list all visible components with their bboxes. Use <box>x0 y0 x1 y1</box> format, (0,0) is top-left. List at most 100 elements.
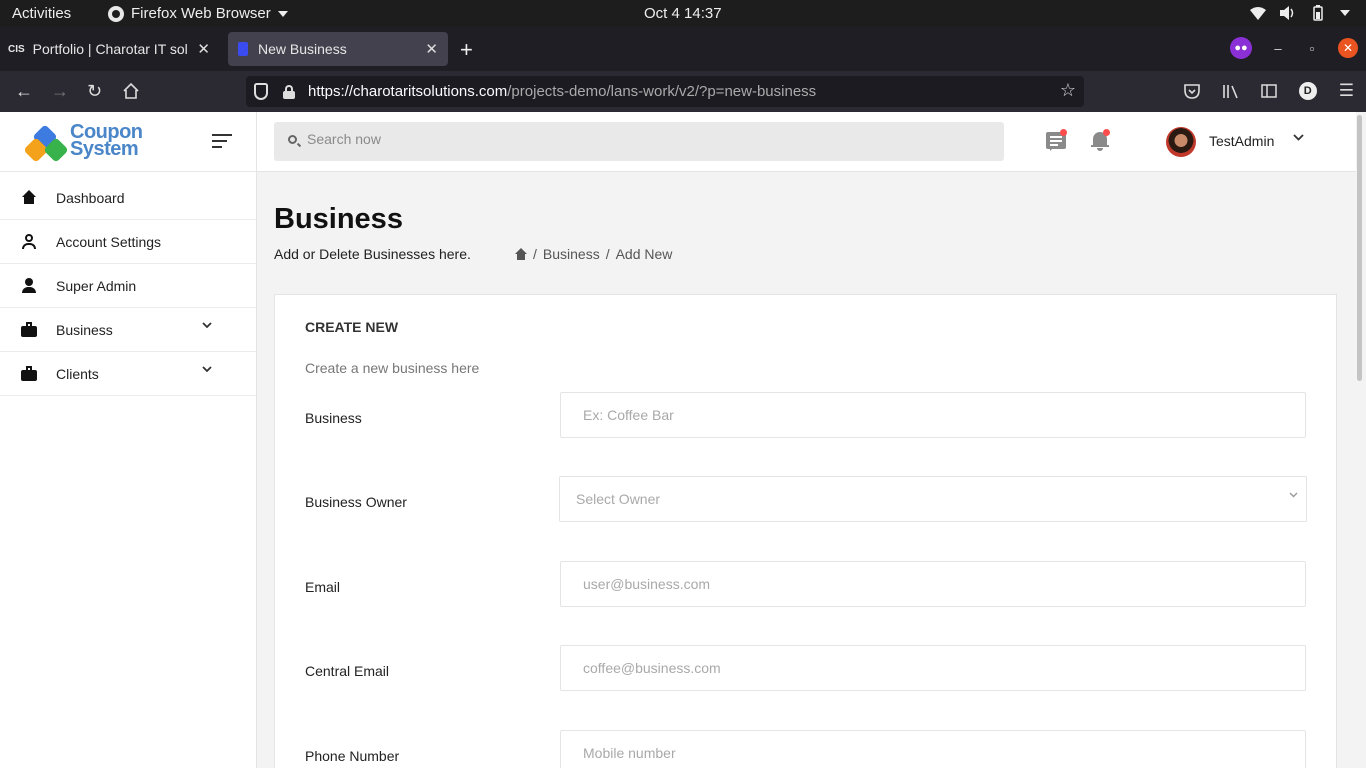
system-tray[interactable] <box>1250 5 1350 21</box>
phone-number-label: Phone Number <box>305 748 400 764</box>
breadcrumb-add-new: Add New <box>615 246 673 262</box>
close-tab-icon[interactable]: ✕ <box>425 40 438 58</box>
new-tab-icon[interactable]: + <box>460 37 473 63</box>
tab-title: New Business <box>258 41 347 57</box>
tab-title: Portfolio | Charotar IT sol <box>32 41 188 57</box>
card-title: CREATE NEW <box>305 319 399 335</box>
phone-number-field[interactable] <box>560 730 1306 768</box>
sidebar-item-label: Clients <box>56 365 99 382</box>
user-menu-chevron-icon[interactable] <box>1293 134 1304 141</box>
window-controls: ●● – ▫ ✕ <box>1230 37 1358 59</box>
tracking-protection-icon[interactable] <box>254 83 268 100</box>
url-text[interactable]: https://charotaritsolutions.com/projects… <box>308 83 816 100</box>
app-header: TestAdmin <box>257 112 1356 172</box>
breadcrumb-business[interactable]: Business <box>543 246 600 262</box>
firefox-icon <box>108 5 124 22</box>
business-owner-select[interactable]: Select Owner <box>559 476 1307 522</box>
business-label: Business <box>305 410 362 426</box>
sidebar: Coupon System Dashboard Account Settings… <box>0 112 257 768</box>
chevron-down-icon <box>202 366 212 372</box>
tab-new-business[interactable]: New Business ✕ <box>228 32 448 66</box>
business-field[interactable] <box>560 392 1306 438</box>
bookmark-star-icon[interactable]: ☆ <box>1060 80 1076 101</box>
page-subtitle: Add or Delete Businesses here. <box>274 246 471 262</box>
coupon-system-logo[interactable]: Coupon System <box>23 122 143 164</box>
chevron-down-icon <box>1289 492 1298 498</box>
url-bar[interactable]: https://charotaritsolutions.com/projects… <box>246 76 1084 107</box>
central-email-label: Central Email <box>305 663 390 679</box>
divider <box>0 171 257 172</box>
web-page: Coupon System Dashboard Account Settings… <box>0 112 1366 768</box>
email-input[interactable] <box>583 576 1283 592</box>
system-top-bar: Activities Firefox Web Browser Oct 4 14:… <box>0 0 1366 27</box>
pocket-icon[interactable] <box>1183 83 1200 99</box>
sidebar-toggle-icon[interactable] <box>212 134 232 152</box>
back-icon[interactable]: ← <box>15 81 33 102</box>
search-input[interactable] <box>307 131 987 147</box>
app-name: Firefox Web Browser <box>131 5 271 22</box>
email-label: Email <box>305 579 341 595</box>
user-avatar[interactable] <box>1166 127 1196 157</box>
username[interactable]: TestAdmin <box>1209 133 1274 149</box>
volume-icon <box>1280 6 1294 20</box>
briefcase-icon <box>21 321 37 338</box>
toolbar-right: D ☰ <box>1183 81 1354 101</box>
sidebar-item-label: Business <box>56 321 113 338</box>
browser-tab-strip: CIS Portfolio | Charotar IT sol ✕ New Bu… <box>0 27 1366 71</box>
page-title: Business <box>274 203 403 235</box>
close-tab-icon[interactable]: ✕ <box>197 40 210 58</box>
close-window-icon[interactable]: ✕ <box>1338 38 1358 58</box>
email-field[interactable] <box>560 561 1306 607</box>
sidebar-item-super-admin[interactable]: Super Admin <box>0 264 256 308</box>
sidebar-item-account-settings[interactable]: Account Settings <box>0 220 256 264</box>
forward-icon[interactable]: → <box>51 81 69 102</box>
messages-badge <box>1060 129 1067 136</box>
notifications-badge <box>1103 129 1110 136</box>
account-avatar-icon[interactable]: D <box>1298 82 1317 100</box>
system-menu-chevron-icon <box>1340 10 1350 16</box>
activities-button[interactable]: Activities <box>12 5 71 22</box>
wifi-icon <box>1250 6 1266 20</box>
library-icon[interactable] <box>1222 84 1239 99</box>
search-box[interactable] <box>274 122 1004 161</box>
central-email-field[interactable] <box>560 645 1306 691</box>
sidebar-item-label: Account Settings <box>56 233 162 250</box>
phone-number-input[interactable] <box>583 745 1283 761</box>
minimize-icon[interactable]: – <box>1270 41 1286 56</box>
page-scrollbar[interactable] <box>1357 115 1362 381</box>
account-outline-icon <box>21 233 37 250</box>
breadcrumb: / Business / Add New <box>515 246 672 262</box>
sidebar-item-label: Super Admin <box>56 277 137 294</box>
home-icon[interactable] <box>123 83 139 99</box>
private-browsing-icon[interactable]: ●● <box>1230 37 1252 59</box>
sidebar-menu: Dashboard Account Settings Super Admin B… <box>0 176 256 396</box>
home-icon <box>21 189 37 206</box>
business-owner-label: Business Owner <box>305 494 407 510</box>
lock-icon[interactable] <box>283 85 295 99</box>
cis-favicon-icon: CIS <box>8 43 25 55</box>
app-menu[interactable]: Firefox Web Browser <box>108 5 288 22</box>
create-business-card: CREATE NEW Create a new business here Bu… <box>274 294 1337 768</box>
chevron-down-icon <box>277 10 288 17</box>
search-icon <box>288 135 297 144</box>
sidebar-item-clients[interactable]: Clients <box>0 352 256 396</box>
breadcrumb-home-icon[interactable] <box>515 248 527 260</box>
briefcase-icon <box>21 365 37 382</box>
business-input[interactable] <box>583 407 1283 423</box>
card-subtitle: Create a new business here <box>305 360 480 376</box>
tab-portfolio[interactable]: CIS Portfolio | Charotar IT sol ✕ <box>8 32 220 66</box>
reload-icon[interactable]: ↻ <box>87 81 102 102</box>
account-icon <box>21 277 37 294</box>
sidebar-icon[interactable] <box>1261 84 1277 98</box>
battery-icon <box>1313 5 1323 21</box>
logo-text: Coupon System <box>70 121 143 160</box>
maximize-icon[interactable]: ▫ <box>1304 41 1320 56</box>
chevron-down-icon <box>202 322 212 328</box>
browser-nav-bar: ← → ↻ https://charotaritsolutions.com/pr… <box>0 71 1366 112</box>
bootstrap-favicon-icon <box>238 42 248 56</box>
clock[interactable]: Oct 4 14:37 <box>644 5 722 22</box>
menu-icon[interactable]: ☰ <box>1339 81 1354 101</box>
sidebar-item-business[interactable]: Business <box>0 308 256 352</box>
central-email-input[interactable] <box>583 660 1283 676</box>
sidebar-item-dashboard[interactable]: Dashboard <box>0 176 256 220</box>
